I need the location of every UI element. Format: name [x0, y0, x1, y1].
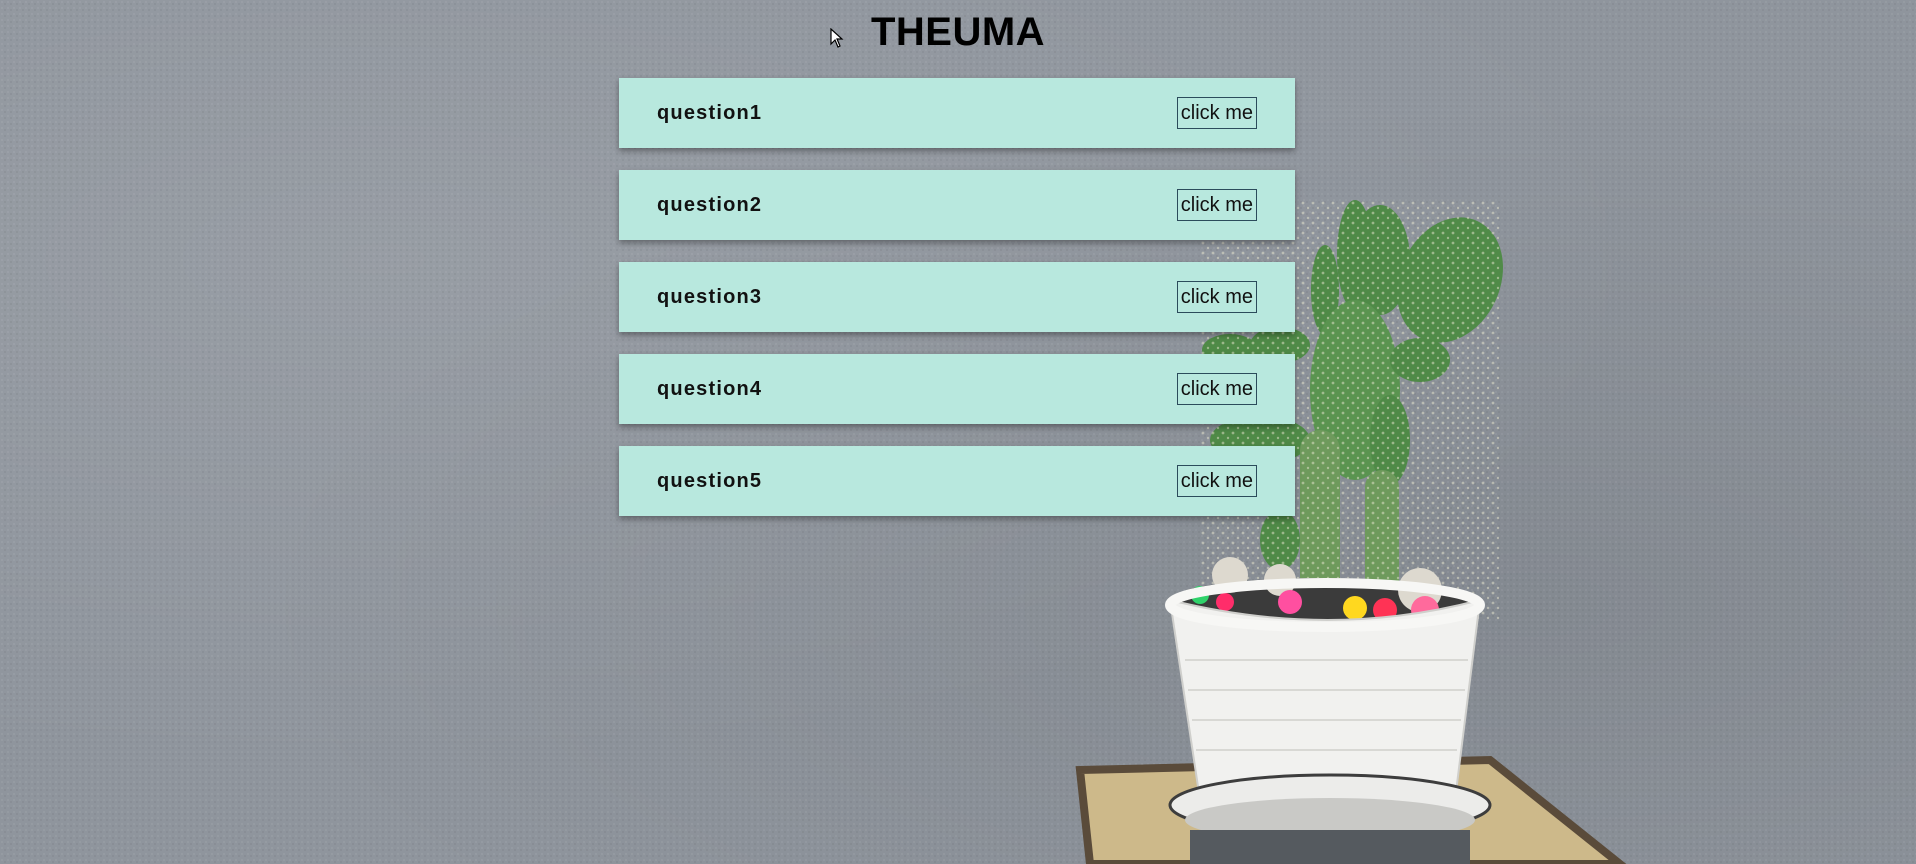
question-label: question2	[657, 193, 763, 216]
click-me-button[interactable]: click me	[1176, 189, 1257, 221]
question-label: question3	[657, 285, 763, 308]
click-me-button[interactable]: click me	[1176, 97, 1257, 129]
click-me-button[interactable]: click me	[1176, 281, 1257, 313]
question-card: question3 click me	[619, 262, 1295, 332]
question-list: question1 click me question2 click me qu…	[619, 78, 1295, 538]
question-label: question5	[657, 469, 763, 492]
question-card: question2 click me	[619, 170, 1295, 240]
click-me-button[interactable]: click me	[1176, 373, 1257, 405]
question-card: question5 click me	[619, 446, 1295, 516]
question-label: question4	[657, 377, 763, 400]
page-title: THEUMA	[870, 10, 1046, 54]
question-label: question1	[657, 101, 763, 124]
click-me-button[interactable]: click me	[1176, 465, 1257, 497]
question-card: question4 click me	[619, 354, 1295, 424]
question-card: question1 click me	[619, 78, 1295, 148]
mouse-cursor-icon	[830, 28, 844, 48]
